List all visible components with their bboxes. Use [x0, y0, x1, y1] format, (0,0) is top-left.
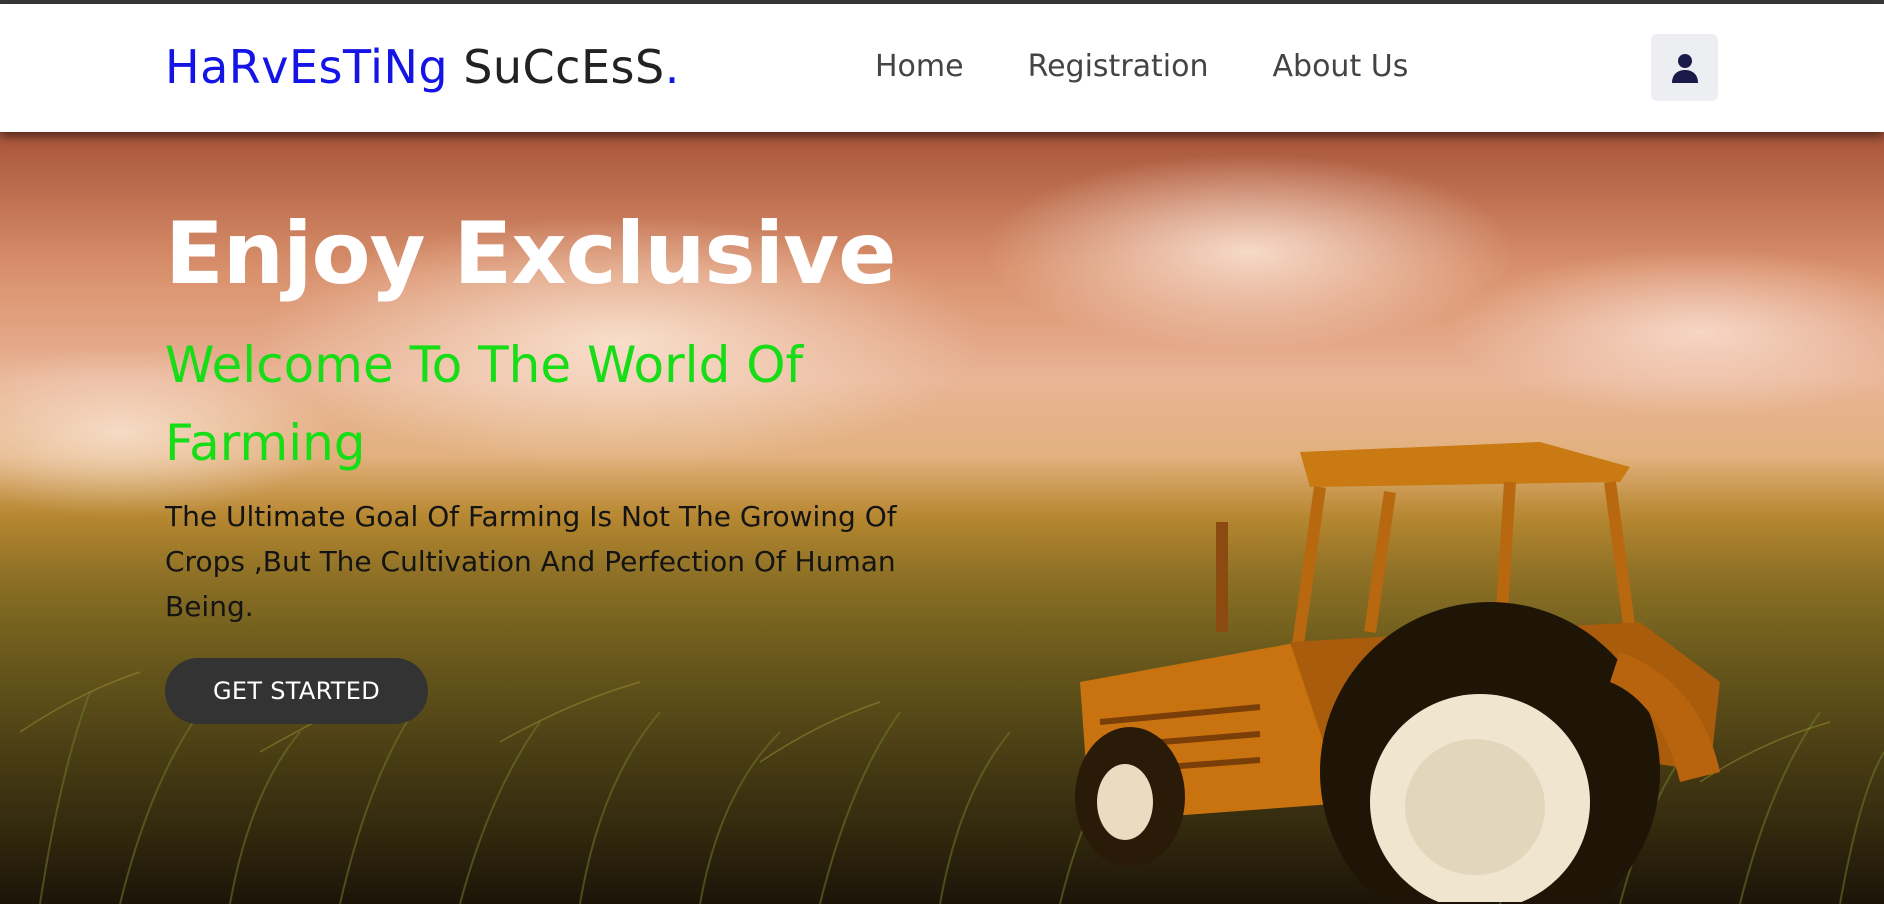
brand-logo[interactable]: HaRvEsTiNg SuCcEsS.	[165, 40, 680, 94]
navbar: HaRvEsTiNg SuCcEsS. Home Registration Ab…	[0, 4, 1884, 132]
user-icon	[1671, 53, 1698, 83]
brand-part2: SuCcEsS	[463, 40, 665, 94]
nav-link-about-us[interactable]: About Us	[1273, 49, 1409, 84]
get-started-button[interactable]: GET STARTED	[165, 658, 428, 724]
main-nav: Home Registration About Us	[875, 49, 1408, 84]
nav-link-home[interactable]: Home	[875, 49, 964, 84]
brand-dot: .	[664, 40, 680, 94]
user-account-button[interactable]	[1651, 34, 1718, 101]
tractor-image	[1075, 442, 1720, 902]
hero-subtitle: Welcome To The World Of Farming	[165, 336, 804, 472]
nav-link-registration[interactable]: Registration	[1028, 49, 1209, 84]
brand-part1: HaRvEsTiNg	[165, 40, 449, 94]
hero-section: Enjoy Exclusive Welcome To The World Of …	[0, 132, 1884, 904]
hero-description: The Ultimate Goal Of Farming Is Not The …	[165, 500, 897, 623]
hero-title: Enjoy Exclusive	[165, 204, 896, 304]
